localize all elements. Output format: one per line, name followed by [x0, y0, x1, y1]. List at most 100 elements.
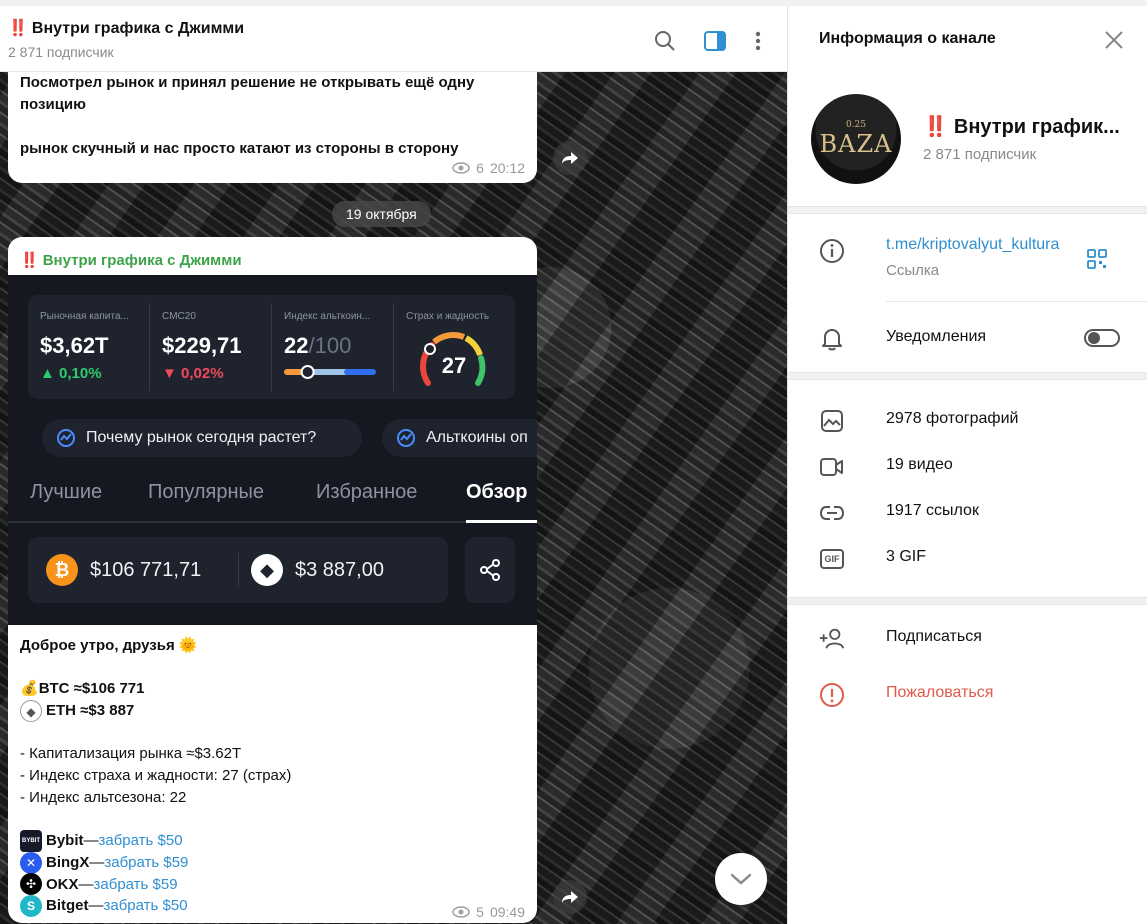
chip-label: Альткоины оп — [426, 429, 528, 446]
media-photos-row[interactable]: 2978 фотографий — [788, 400, 1147, 440]
section-divider — [788, 206, 1147, 214]
warning-icon — [819, 682, 845, 708]
exchange-line: ✣ OKX — забрать $59 — [20, 873, 525, 896]
chat-subscriber-count: 2 871 подписчик — [8, 44, 114, 60]
subscribe-label: Подписаться — [886, 628, 982, 645]
btc-line: 💰 BTC ≈$106 771 — [20, 678, 525, 700]
close-icon[interactable] — [1104, 30, 1126, 52]
message-text-line: позицию — [20, 96, 86, 113]
exchange-line: ✕ BingX — забрать $59 — [20, 851, 525, 874]
gif-icon: GIF — [819, 546, 845, 572]
channel-subscribers: 2 871 подписчик — [923, 146, 1037, 163]
media-label: 2978 фотографий — [886, 410, 1019, 427]
chip-why-market-up[interactable]: Почему рынок сегодня растет? — [42, 419, 362, 457]
video-icon — [819, 454, 845, 480]
share-icon[interactable] — [465, 537, 515, 603]
tab-popular[interactable]: Популярные — [148, 481, 264, 504]
exchange-line: S Bitget — забрать $50 — [20, 895, 525, 918]
chat-header[interactable]: ‼️ Внутри графика с Джимми 2 871 подписчи… — [0, 6, 787, 72]
referral-link[interactable]: забрать $59 — [94, 874, 178, 896]
stat-altcoin-index: Индекс альткоин... 22/100 — [272, 295, 394, 399]
views-icon — [452, 162, 470, 174]
fear-greed-gauge: 27 — [420, 332, 486, 386]
alert-emoji: ‼️ — [8, 20, 28, 37]
chip-altcoins[interactable]: Альткоины оп — [382, 419, 537, 457]
stat-change: ▼ 0,02% — [162, 365, 224, 382]
referral-link[interactable]: забрать $50 — [104, 895, 188, 917]
subscribe-row[interactable]: Подписаться — [788, 618, 1147, 658]
message-bubble[interactable]: ‼️ Внутри графика с Джимми Рыночная капит… — [8, 237, 537, 923]
message-bubble[interactable]: Посмотрел рынок и принял решение не откр… — [8, 72, 537, 183]
report-row[interactable]: Пожаловаться — [788, 674, 1147, 714]
avatar-small-text: 0.25 — [845, 120, 867, 130]
view-count: 5 — [476, 904, 484, 920]
post-text: Доброе утро, друзья 🌞 💰 BTC ≈$106 771 ◆ ET… — [20, 635, 525, 918]
message-author[interactable]: ‼️ Внутри графика с Джимми — [20, 251, 242, 269]
notifications-label: Уведомления — [886, 328, 987, 345]
media-gif-row[interactable]: GIF 3 GIF — [788, 538, 1147, 578]
qr-code-icon[interactable] — [1087, 249, 1107, 274]
channel-info-panel: Информация о канале 0.25 BAZA ‼️ Внутри г… — [787, 6, 1147, 924]
chevron-down-icon — [730, 873, 752, 885]
chat-title[interactable]: ‼️ Внутри графика с Джимми — [8, 18, 244, 38]
bitcoin-icon: ₿ — [46, 554, 78, 586]
bitget-icon: S — [20, 895, 42, 918]
market-stats-card: Рыночная капита... $3,62T ▲ 0,10% CMC20 … — [28, 295, 515, 399]
sun-emoji: 🌞 — [178, 637, 198, 654]
section-divider — [788, 597, 1147, 605]
tab-best[interactable]: Лучшие — [30, 481, 102, 504]
sidebar-toggle-icon[interactable] — [702, 28, 728, 54]
bell-icon — [819, 326, 845, 352]
stat-value: $3,62T — [40, 333, 109, 358]
scroll-down-button[interactable] — [715, 853, 767, 905]
photo-icon — [819, 408, 845, 434]
okx-icon: ✣ — [20, 873, 42, 896]
bullet-line: - Индекс альтсезона: 22 — [20, 788, 187, 806]
chip-label: Почему рынок сегодня растет? — [86, 429, 317, 446]
tab-favorites[interactable]: Избранное — [316, 481, 417, 504]
stat-value: 22/100 — [284, 333, 352, 358]
stat-change: ▲ 0,10% — [40, 365, 102, 382]
stat-fear-greed: Страх и жадность 27 — [394, 295, 515, 399]
chat-title-text: Внутри графика с Джимми — [31, 20, 245, 37]
notifications-toggle[interactable] — [1084, 329, 1120, 347]
stat-market-cap: Рыночная капита... $3,62T ▲ 0,10% — [28, 295, 150, 399]
info-icon — [819, 238, 845, 264]
views-icon — [452, 906, 470, 918]
message-time: 09:49 — [489, 904, 525, 920]
stat-label: CMC20 — [162, 311, 196, 322]
media-videos-row[interactable]: 19 видео — [788, 446, 1147, 486]
media-label: 3 GIF — [886, 548, 927, 565]
forward-icon[interactable] — [553, 141, 587, 175]
tab-overview[interactable]: Обзор — [466, 481, 528, 504]
active-tab-indicator — [466, 520, 537, 523]
more-menu-icon[interactable] — [745, 28, 771, 54]
message-image[interactable]: Рыночная капита... $3,62T ▲ 0,10% CMC20 … — [8, 275, 537, 625]
altcoin-progress-bar — [284, 365, 376, 379]
channel-link[interactable]: t.me/kriptovalyut_kultura — [886, 236, 1059, 254]
forward-icon[interactable] — [553, 880, 587, 914]
section-divider — [788, 372, 1147, 380]
exchange-line: BYBIT Bybit — забрать $50 — [20, 830, 525, 853]
btc-price: ₿ $106 771,71 — [46, 537, 201, 603]
channel-link-label: Ссылка — [886, 262, 940, 279]
bullet-line: - Капитализация рынка ≈$3.62T — [20, 745, 242, 763]
search-icon[interactable] — [652, 28, 678, 54]
greeting-line: Доброе утро, друзья 🌞 — [20, 635, 525, 657]
panel-title: Информация о канале — [819, 30, 996, 47]
message-text-line: Посмотрел рынок и принял решение не откр… — [20, 74, 475, 91]
message-text-line: рынок скучный и нас просто катают из сто… — [20, 140, 459, 157]
channel-name: ‼️ Внутри график... — [923, 116, 1120, 138]
bullet-line: - Индекс страха и жадности: 27 (страх) — [20, 767, 292, 785]
channel-avatar[interactable]: 0.25 BAZA — [811, 94, 901, 184]
ethereum-icon: ◆ — [251, 554, 283, 586]
ethereum-icon: ◆ — [20, 699, 42, 722]
referral-link[interactable]: забрать $59 — [104, 852, 188, 874]
stat-value: $229,71 — [162, 333, 242, 358]
message-time: 20:12 — [489, 160, 525, 176]
media-links-row[interactable]: 1917 ссылок — [788, 492, 1147, 532]
money-bag-emoji: 💰 — [20, 680, 39, 698]
referral-link[interactable]: забрать $50 — [99, 830, 183, 852]
chat-column: ‼️ Внутри графика с Джимми 2 871 подписчи… — [0, 6, 787, 924]
message-meta: 6 20:12 — [452, 160, 525, 176]
